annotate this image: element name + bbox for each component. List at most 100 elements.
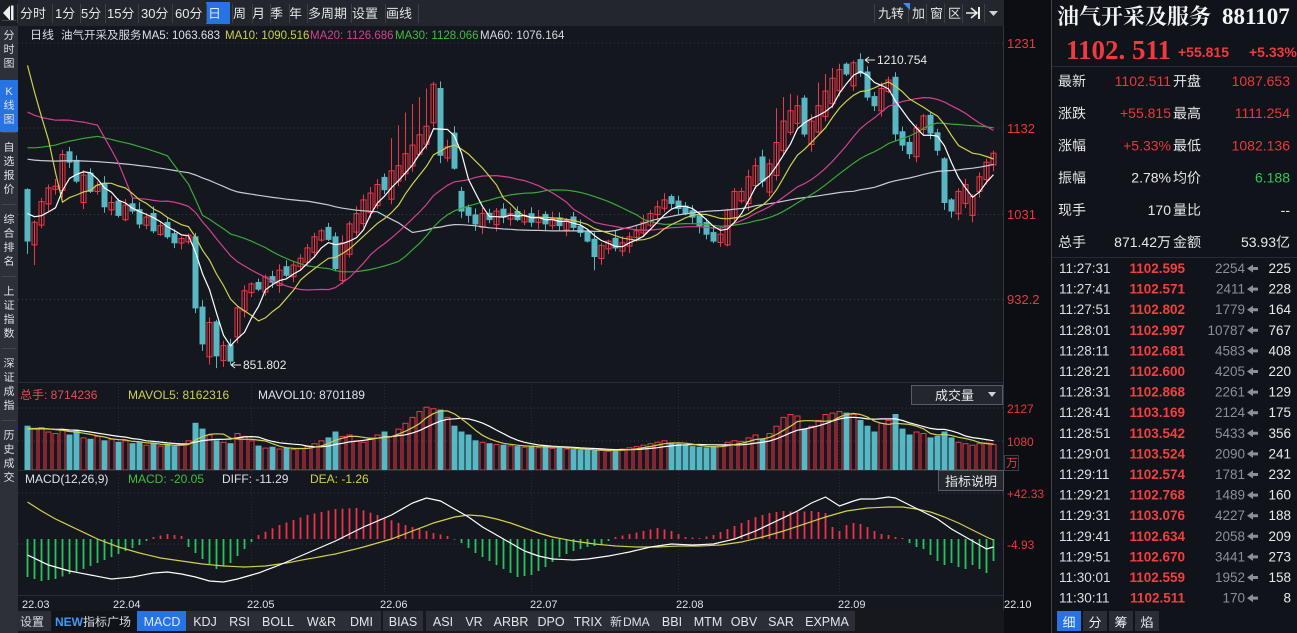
svg-text:1: 1: [55, 6, 62, 21]
svg-text:W&R: W&R: [307, 615, 336, 629]
svg-text:11:29:21: 11:29:21: [1059, 488, 1111, 503]
svg-text:11:28:51: 11:28:51: [1059, 426, 1111, 441]
svg-text:2261: 2261: [1215, 385, 1245, 400]
svg-text:1489: 1489: [1215, 488, 1245, 503]
svg-text:225: 225: [1268, 261, 1291, 276]
svg-text:1781: 1781: [1215, 467, 1245, 482]
svg-text:MACD(12,26,9): MACD(12,26,9): [25, 472, 108, 486]
svg-text:1102.681: 1102.681: [1129, 343, 1185, 358]
svg-text:1231: 1231: [1007, 36, 1036, 51]
svg-text:4227: 4227: [1215, 508, 1245, 523]
svg-text:22.09: 22.09: [838, 599, 866, 611]
svg-text:1080: 1080: [1007, 435, 1034, 449]
svg-text:: 8714236: : 8714236: [44, 388, 98, 402]
svg-text:1102.634: 1102.634: [1129, 529, 1185, 544]
svg-text:1102.511: 1102.511: [1130, 591, 1185, 606]
svg-text:ARBR: ARBR: [494, 615, 529, 629]
svg-text:MA20: 1126.686: MA20: 1126.686: [310, 30, 394, 42]
svg-text:1102.574: 1102.574: [1129, 467, 1185, 482]
svg-text:+42.33: +42.33: [1007, 487, 1044, 501]
svg-text:11:29:41: 11:29:41: [1059, 529, 1111, 544]
svg-text:KDJ: KDJ: [193, 615, 217, 629]
svg-text:RSI: RSI: [229, 615, 250, 629]
svg-text:170: 170: [1222, 591, 1245, 606]
svg-text:1103.524: 1103.524: [1129, 446, 1185, 461]
svg-text:22.06: 22.06: [380, 599, 408, 611]
svg-text:1102.595: 1102.595: [1129, 261, 1185, 276]
svg-text:TRIX: TRIX: [574, 615, 603, 629]
svg-text:4205: 4205: [1215, 364, 1245, 379]
svg-text:BOLL: BOLL: [262, 615, 294, 629]
svg-text:1132: 1132: [1007, 121, 1035, 136]
svg-text:11:28:01: 11:28:01: [1059, 323, 1111, 338]
svg-text:3441: 3441: [1215, 549, 1245, 564]
svg-text:1103.542: 1103.542: [1129, 426, 1185, 441]
svg-text:53.93: 53.93: [1241, 234, 1276, 250]
svg-text:MA30: 1128.066: MA30: 1128.066: [395, 30, 479, 42]
svg-text:2124: 2124: [1215, 405, 1246, 420]
svg-text:22.08: 22.08: [676, 599, 704, 611]
svg-text:3: 3: [141, 6, 148, 21]
svg-text:188: 188: [1268, 508, 1291, 523]
svg-text:1102.670: 1102.670: [1129, 549, 1185, 564]
svg-text:1102.559: 1102.559: [1129, 570, 1185, 585]
svg-text:--: --: [1281, 202, 1291, 218]
svg-text:11:29:31: 11:29:31: [1059, 508, 1111, 523]
svg-text:1102.997: 1102.997: [1129, 323, 1185, 338]
svg-text:2058: 2058: [1215, 529, 1245, 544]
svg-text:1102.802: 1102.802: [1129, 302, 1185, 317]
svg-text:MA5: 1063.683: MA5: 1063.683: [142, 30, 220, 42]
svg-text:DMI: DMI: [350, 615, 373, 629]
svg-text:+5.33%: +5.33%: [1249, 44, 1297, 60]
svg-text:MACD: -20.05: MACD: -20.05: [128, 472, 204, 486]
svg-text:MACD: MACD: [144, 615, 181, 629]
svg-text:1111.254: 1111.254: [1235, 105, 1290, 121]
svg-text:851.802: 851.802: [243, 358, 287, 372]
svg-text:11:27:51: 11:27:51: [1059, 302, 1111, 317]
svg-text:1103.169: 1103.169: [1129, 405, 1185, 420]
svg-text:4583: 4583: [1215, 343, 1245, 358]
svg-text:BBI: BBI: [662, 615, 682, 629]
svg-text:881107: 881107: [1222, 4, 1290, 29]
svg-text:EXPMA: EXPMA: [805, 615, 849, 629]
svg-text:1102.768: 1102.768: [1129, 488, 1185, 503]
svg-text:MAVOL10: 8701189: MAVOL10: 8701189: [258, 388, 365, 402]
svg-text:1102.600: 1102.600: [1129, 364, 1185, 379]
svg-text:228: 228: [1268, 282, 1291, 297]
svg-text:1102.571: 1102.571: [1129, 282, 1185, 297]
svg-text:11:28:31: 11:28:31: [1059, 385, 1111, 400]
svg-text:932.2: 932.2: [1007, 292, 1040, 307]
svg-text:273: 273: [1268, 549, 1291, 564]
svg-text:209: 209: [1268, 529, 1291, 544]
svg-text:1082.136: 1082.136: [1232, 137, 1291, 153]
svg-text:DEA: -1.26: DEA: -1.26: [310, 472, 369, 486]
svg-text:2411: 2411: [1216, 282, 1245, 297]
svg-text:K: K: [5, 86, 13, 98]
svg-text:158: 158: [1268, 570, 1291, 585]
svg-text:11:30:01: 11:30:01: [1059, 570, 1111, 585]
svg-text:-4.93: -4.93: [1007, 538, 1035, 552]
svg-text:8: 8: [1283, 591, 1291, 606]
svg-text:22.03: 22.03: [22, 599, 50, 611]
svg-text:11:28:41: 11:28:41: [1059, 405, 1111, 420]
svg-text:11:29:11: 11:29:11: [1059, 467, 1110, 482]
svg-text:ASI: ASI: [433, 615, 453, 629]
svg-text:DPO: DPO: [537, 615, 564, 629]
svg-text:MTM: MTM: [694, 615, 722, 629]
svg-text:OBV: OBV: [731, 615, 758, 629]
svg-text:241: 241: [1268, 446, 1291, 461]
svg-text:+55.815: +55.815: [1178, 44, 1229, 60]
svg-text:22.10: 22.10: [1004, 599, 1032, 611]
svg-text:6.188: 6.188: [1255, 170, 1290, 186]
svg-text:1: 1: [107, 6, 114, 21]
svg-text:22.05: 22.05: [247, 599, 275, 611]
svg-text:129: 129: [1268, 385, 1291, 400]
svg-text:160: 160: [1268, 488, 1291, 503]
svg-text:767: 767: [1268, 323, 1291, 338]
svg-text:1210.754: 1210.754: [877, 53, 927, 67]
svg-text:11:28:11: 11:28:11: [1059, 343, 1110, 358]
svg-text:6: 6: [175, 6, 182, 21]
svg-text:+55.815: +55.815: [1120, 105, 1171, 121]
svg-text:+5.33%: +5.33%: [1123, 137, 1171, 153]
svg-text:1031: 1031: [1007, 207, 1036, 222]
